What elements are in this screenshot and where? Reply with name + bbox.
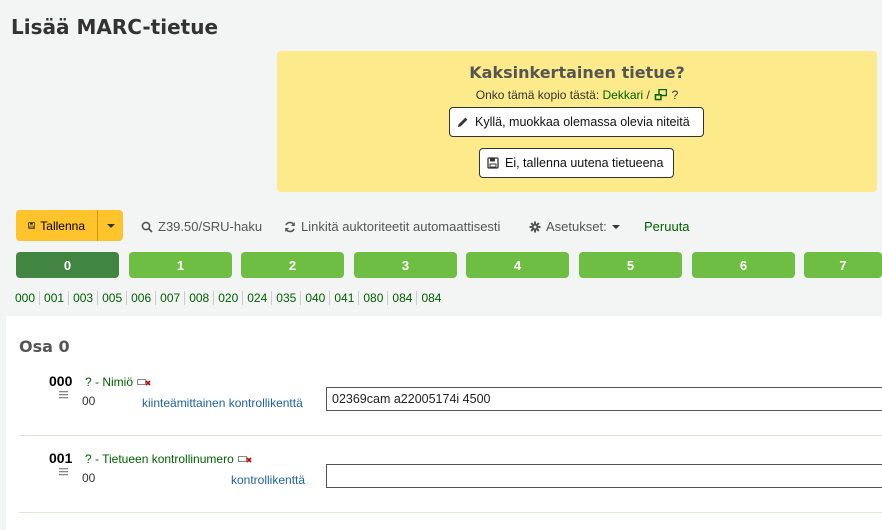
chevron-down-icon (611, 224, 620, 229)
tab-3[interactable]: 3 (354, 252, 457, 278)
tag-link[interactable]: 084 (388, 291, 418, 305)
section-title: Osa 0 (19, 337, 70, 356)
save-options-dropdown[interactable] (98, 210, 123, 241)
save-button-label: Tallenna (40, 218, 85, 233)
tag-link[interactable]: 001 (40, 291, 70, 305)
field-tag: 001 (49, 450, 73, 466)
tab-2[interactable]: 2 (241, 252, 344, 278)
delete-field-icon[interactable] (137, 378, 151, 387)
duplicate-question: Onko tämä kopio tästä: Dekkari / ? (277, 88, 877, 102)
z3950-label: Z39.50/SRU-haku (158, 219, 263, 234)
z3950-search-button[interactable]: Z39.50/SRU-haku (141, 219, 262, 234)
refresh-icon (285, 221, 295, 232)
tab-0[interactable]: 0 (16, 252, 119, 278)
duplicate-title: Kaksinkertainen tietue? (469, 63, 685, 82)
tag-link[interactable]: 003 (69, 291, 99, 305)
field-description: ? - Nimiö (85, 375, 151, 389)
indicators: 00 (82, 471, 96, 485)
tag-link[interactable]: 024 (243, 291, 273, 305)
tab-1[interactable]: 1 (129, 252, 232, 278)
tab-6[interactable]: 6 (692, 252, 795, 278)
tag-link[interactable]: 008 (185, 291, 215, 305)
marc-editor-panel: Osa 0 000 ? - Nimiö 00 kiinteämittainen … (6, 316, 882, 530)
field-divider (19, 512, 882, 513)
tab-4[interactable]: 4 (466, 252, 569, 278)
open-window-icon[interactable] (654, 89, 668, 101)
page-title: Lisää MARC-tietue (11, 15, 219, 39)
save-icon (487, 157, 499, 169)
link-authorities-button[interactable]: Linkitä auktoriteetit automaattisesti (284, 219, 500, 234)
gear-icon (529, 221, 541, 232)
duplicate-question-text: Onko tämä kopio tästä: (475, 88, 600, 102)
tag-link[interactable]: 006 (127, 291, 157, 305)
field-description: ? - Tietueen kontrollinumero (85, 452, 252, 466)
settings-dropdown[interactable]: Asetukset: (529, 219, 620, 234)
cancel-link[interactable]: Peruuta (644, 219, 690, 234)
tag-link[interactable]: 035 (272, 291, 302, 305)
save-as-new-button[interactable]: Ei, tallenna uutena tietueena (479, 148, 674, 178)
subfield-label: kiinteämittainen kontrollikenttä (142, 396, 303, 410)
tag-link[interactable]: 000 (11, 291, 41, 305)
chevron-down-icon (106, 223, 115, 228)
tag-link[interactable]: 005 (98, 291, 128, 305)
duplicate-separator: / (646, 88, 650, 102)
subfield-label: kontrollikenttä (231, 473, 306, 487)
field-divider (19, 435, 882, 436)
save-button[interactable]: Tallenna (16, 210, 98, 241)
tag-link[interactable]: 080 (359, 291, 389, 305)
search-icon (141, 221, 153, 233)
tab-7[interactable]: 7 (804, 252, 882, 278)
toolbar: Tallenna (16, 210, 123, 241)
edit-existing-label: Kyllä, muokkaa olemassa olevia niteitä (475, 115, 690, 129)
tag-link[interactable]: 041 (330, 291, 360, 305)
edit-existing-items-button[interactable]: Kyllä, muokkaa olemassa olevia niteitä (449, 107, 704, 137)
settings-label: Asetukset: (546, 219, 607, 234)
tag-link[interactable]: 084 (417, 291, 445, 305)
drag-handle-icon[interactable] (59, 467, 68, 476)
save-as-new-label: Ei, tallenna uutena tietueena (505, 156, 664, 170)
field-tag: 000 (49, 373, 73, 389)
subfield-input-001[interactable] (326, 464, 882, 488)
drag-handle-icon[interactable] (59, 390, 68, 399)
link-authorities-label: Linkitä auktoriteetit automaattisesti (301, 219, 501, 234)
tag-link-list: 000 001 003 005 006 007 008 020 024 035 … (11, 291, 445, 305)
field-description-link[interactable]: ? - Nimiö (85, 375, 133, 389)
tag-link[interactable]: 007 (156, 291, 186, 305)
field-description-link[interactable]: ? - Tietueen kontrollinumero (85, 452, 234, 466)
duplicate-record-link[interactable]: Dekkari (603, 88, 644, 102)
duplicate-warning: Kaksinkertainen tietue? Onko tämä kopio … (277, 51, 877, 192)
duplicate-question-mark: ? (671, 88, 679, 102)
save-icon (28, 222, 36, 229)
indicators: 00 (82, 394, 96, 408)
tab-5[interactable]: 5 (579, 252, 682, 278)
subfield-input-000[interactable] (326, 387, 882, 411)
tag-link[interactable]: 020 (214, 291, 244, 305)
delete-field-icon[interactable] (237, 455, 252, 464)
tag-link[interactable]: 040 (301, 291, 331, 305)
save-button-group: Tallenna (16, 210, 123, 241)
pencil-icon (458, 117, 468, 127)
